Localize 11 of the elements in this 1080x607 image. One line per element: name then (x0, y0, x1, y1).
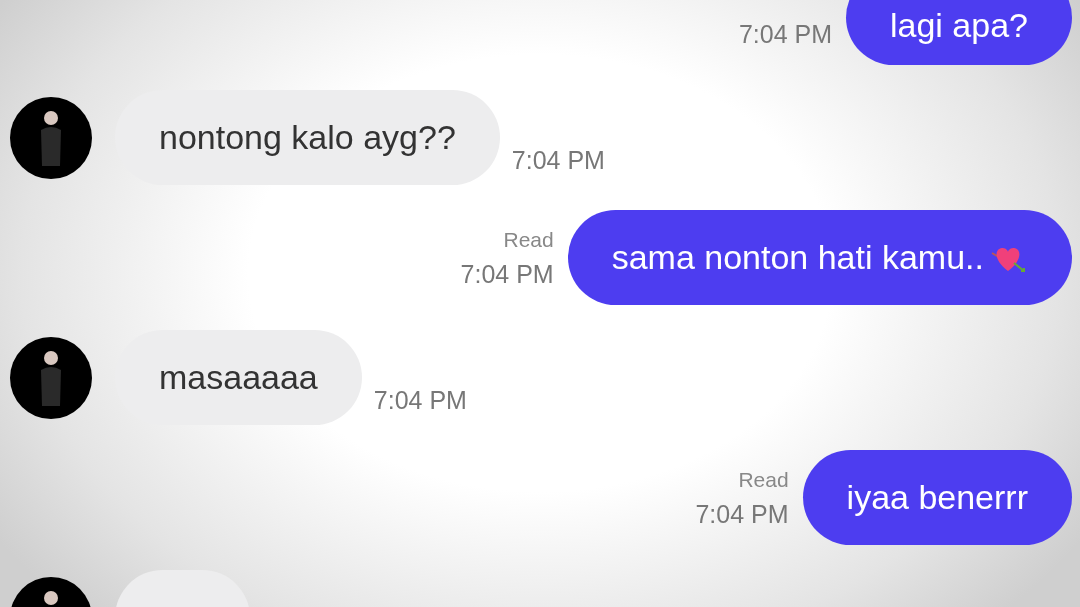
message-time: 7:04 PM (695, 498, 789, 530)
read-status: Read (503, 227, 554, 253)
received-message: nontong kalo ayg?? (115, 90, 500, 185)
sent-message: sama nonton hati kamu.. (567, 210, 1072, 305)
read-status: Read (738, 467, 789, 493)
message-time: 7:04 PM (460, 258, 554, 290)
sent-message: lagi apa? (846, 0, 1072, 65)
message-time: 7:04 PM (511, 144, 605, 176)
sent-message: iyaa benerrr (802, 450, 1072, 545)
message-time: 7:04 PM (738, 18, 832, 50)
message-time: 7:04 PM (373, 384, 467, 416)
